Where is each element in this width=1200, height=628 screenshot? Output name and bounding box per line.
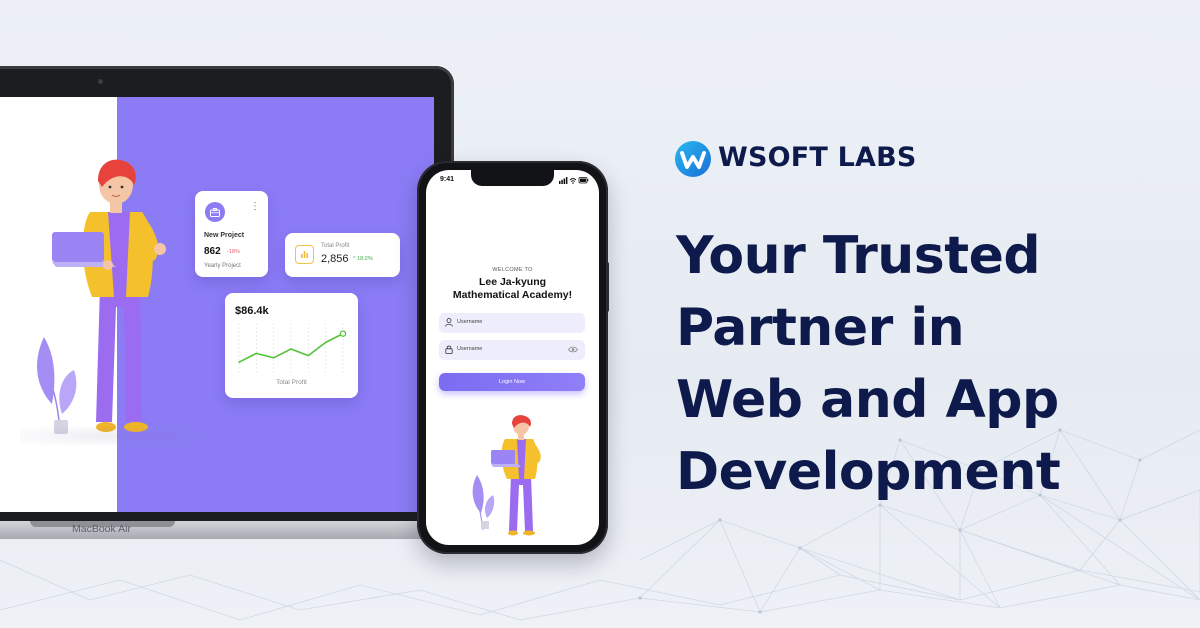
battery-icon [578, 177, 589, 184]
academy-title-line-1: Lee Ja-kyung [478, 276, 547, 288]
new-project-card[interactable]: ⋮ New Project 862 -18% Yearly Project [195, 191, 268, 277]
laptop-mockup: ⋮ New Project 862 -18% Yearly Project To… [0, 0, 460, 560]
academy-title: Lee Ja-kyung Mathematical Academy! [426, 276, 599, 302]
wifi-icon [569, 178, 577, 182]
arrow-up-icon: ^ [353, 256, 356, 262]
profit-change-value: 18.2% [357, 256, 373, 262]
floor-shadow [20, 427, 200, 445]
profit-card-label: Total Profit [321, 243, 350, 249]
headline: Your Trusted Partner in Web and App Deve… [676, 220, 1176, 508]
project-card-change: -18% [227, 249, 240, 255]
welcome-caption: WELCOME TO [492, 267, 533, 273]
project-card-subtitle: Yearly Project [204, 263, 241, 269]
laptop-screen [0, 97, 434, 512]
laptop-camera [98, 79, 103, 84]
project-card-value: 862 [204, 246, 221, 257]
profit-chart-card[interactable]: $86.4k Total Profit [225, 293, 358, 398]
signal-icon [559, 177, 568, 184]
chart-caption: Total Profit [276, 379, 307, 386]
chart-point-6 [339, 330, 347, 337]
wsoft-logo-icon [675, 141, 711, 177]
phone-notch [471, 170, 554, 186]
chart-points [238, 330, 347, 363]
status-icons [559, 177, 589, 184]
person-illustration [52, 159, 166, 432]
chart-grid [238, 323, 344, 373]
headline-line-4: Development [676, 442, 1061, 502]
phone-side-button [606, 262, 609, 312]
total-profit-card[interactable]: Total Profit 2,856 ^ 18.2% [285, 233, 400, 277]
username-placeholder: Username [457, 319, 483, 325]
eye-icon[interactable] [568, 346, 578, 353]
password-field[interactable]: Username [439, 340, 585, 360]
status-time: 9:41 [440, 176, 455, 183]
username-field[interactable]: Username [439, 313, 585, 333]
user-icon [445, 318, 453, 327]
password-placeholder: Username [457, 346, 483, 352]
bar-chart-icon [295, 245, 314, 264]
headline-line-1: Your Trusted [676, 226, 1041, 286]
brand-name: WSOFT LABS [718, 142, 917, 173]
profit-card-value: 2,856 [321, 253, 349, 265]
academy-title-line-2: Mathematical Academy! [452, 289, 573, 301]
headline-line-3: Web and App [676, 370, 1059, 430]
phone-screen: 9:41 WELCOME TO Lee Ja-kyung Mathematica… [426, 170, 599, 545]
headline-line-2: Partner in [676, 298, 965, 358]
profit-card-change: ^ 18.2% [353, 256, 373, 262]
laptop-model-label: MacBook Air [72, 523, 131, 535]
project-card-title: New Project [204, 232, 245, 239]
lock-icon [445, 345, 453, 354]
more-options-icon[interactable]: ⋮ [250, 202, 260, 212]
login-button[interactable]: Login Now [439, 373, 585, 391]
briefcase-icon [205, 202, 225, 222]
phone-person-illustration [472, 415, 541, 536]
